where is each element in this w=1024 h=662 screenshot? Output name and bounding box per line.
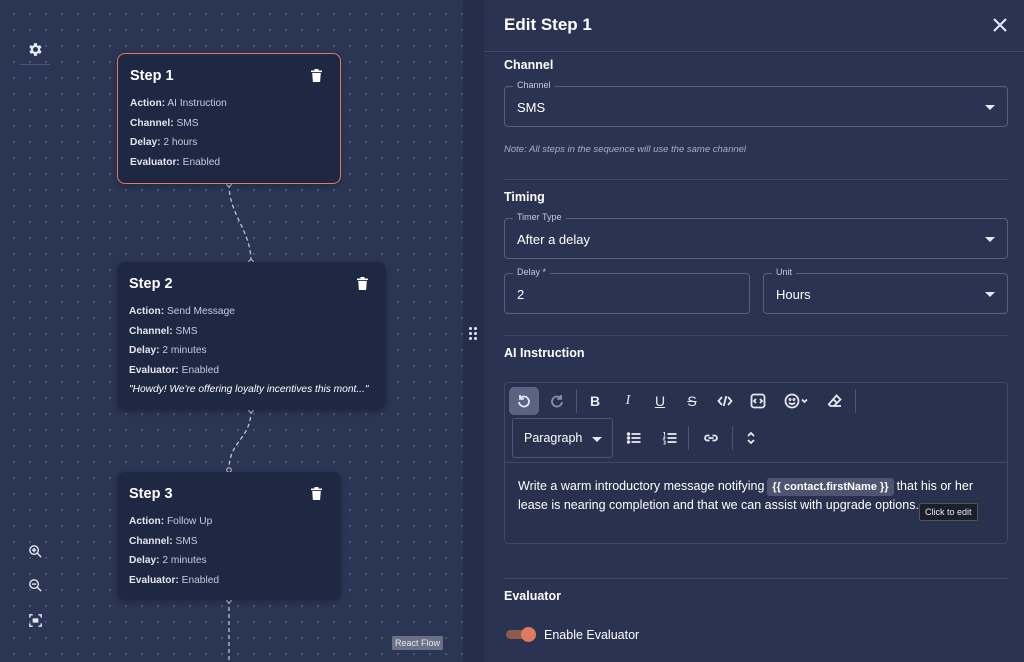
panel-header: Edit Step 1 xyxy=(484,0,1024,52)
section-divider xyxy=(504,578,1008,579)
delete-step-trash-icon[interactable] xyxy=(311,69,325,83)
italic-icon[interactable]: I xyxy=(613,387,643,415)
node-title: Step 2 xyxy=(129,276,173,292)
node-message-preview: "Howdy! We're offering loyalty incentive… xyxy=(129,384,369,396)
unit-label: Unit xyxy=(772,267,797,277)
channel-field-label: Channel xyxy=(513,80,555,90)
node-delay: Delay: 2 minutes xyxy=(129,555,207,567)
channel-section-title: Channel xyxy=(504,58,554,72)
channel-value: SMS xyxy=(517,100,546,115)
code-icon[interactable] xyxy=(710,387,740,415)
toolbar-separator xyxy=(688,426,689,450)
node-channel: Channel: SMS xyxy=(130,117,199,129)
flow-node-step-3[interactable]: Step 3 Action: Follow Up Channel: SMS De… xyxy=(117,472,341,600)
timer-type-select[interactable]: Timer Type After a delay xyxy=(504,212,1008,259)
node-evaluator: Evaluator: Enabled xyxy=(130,156,221,168)
node-action: Action: Send Message xyxy=(129,306,235,317)
flow-node-step-1[interactable]: Step 1 Action: AI Instruction Channel: S… xyxy=(117,53,341,184)
instruction-text-start: Write a warm introductory message notify… xyxy=(518,479,765,493)
delay-label: Delay * xyxy=(513,267,551,277)
flow-node-step-2[interactable]: Step 2 Action: Send Message Channel: SMS… xyxy=(117,262,386,410)
fit-view-icon[interactable] xyxy=(22,607,48,633)
delete-step-trash-icon[interactable] xyxy=(357,277,371,291)
section-divider xyxy=(504,179,1008,180)
node-title: Step 1 xyxy=(130,68,174,84)
node-title: Step 3 xyxy=(129,486,173,502)
node-delay: Delay: 2 hours xyxy=(130,137,198,149)
toolbar-separator xyxy=(576,389,577,413)
channel-select[interactable]: Channel SMS xyxy=(504,80,1008,127)
drag-handle-icon[interactable] xyxy=(469,327,477,341)
node-action: Action: Follow Up xyxy=(129,516,213,527)
panel-title: Edit Step 1 xyxy=(504,15,592,34)
chevron-down-icon xyxy=(592,437,602,442)
timer-type-value: After a delay xyxy=(517,232,590,247)
clear-format-eraser-icon[interactable] xyxy=(820,387,850,415)
toolbar-separator xyxy=(855,389,856,413)
redo-icon[interactable] xyxy=(542,387,572,415)
enable-evaluator-toggle[interactable] xyxy=(506,627,536,642)
node-evaluator: Evaluator: Enabled xyxy=(129,364,220,376)
click-to-edit-tooltip: Click to edit xyxy=(919,503,978,521)
toggle-knob xyxy=(521,627,536,642)
unit-value: Hours xyxy=(776,287,811,302)
evaluator-section-title: Evaluator xyxy=(504,589,561,603)
react-flow-attribution[interactable]: React Flow xyxy=(392,636,444,650)
underline-icon[interactable]: U xyxy=(645,387,675,415)
variable-chip[interactable]: {{ contact.firstName }} xyxy=(767,478,894,496)
paragraph-style-value: Paragraph xyxy=(524,431,583,445)
node-delay: Delay: 2 minutes xyxy=(129,345,207,357)
delay-input[interactable]: Delay * 2 xyxy=(504,267,750,314)
chevron-down-icon xyxy=(985,237,995,242)
settings-gear-icon[interactable] xyxy=(22,36,48,62)
timer-type-label: Timer Type xyxy=(513,212,566,222)
zoom-out-icon[interactable] xyxy=(22,572,48,598)
delay-value[interactable]: 2 xyxy=(517,287,524,302)
emoji-icon[interactable] xyxy=(777,387,817,415)
code-block-icon[interactable] xyxy=(743,387,773,415)
paragraph-style-select[interactable]: Paragraph xyxy=(512,418,613,458)
chevron-down-icon xyxy=(985,105,995,110)
close-icon[interactable] xyxy=(992,17,1008,33)
flow-canvas[interactable]: Step 1 Action: AI Instruction Channel: S… xyxy=(0,0,463,662)
node-channel: Channel: SMS xyxy=(129,325,198,337)
unit-select[interactable]: Unit Hours xyxy=(763,267,1008,314)
rich-text-editor: B I U S Paragraph Write a warm introduct… xyxy=(504,382,1008,544)
node-action: Action: AI Instruction xyxy=(130,98,227,109)
timing-section-title: Timing xyxy=(504,190,545,204)
link-icon[interactable] xyxy=(696,424,726,452)
undo-icon[interactable] xyxy=(509,387,539,415)
editor-content-area[interactable]: Write a warm introductory message notify… xyxy=(505,462,1007,544)
channel-note: Note: All steps in the sequence will use… xyxy=(504,144,747,155)
expand-icon[interactable] xyxy=(736,424,766,452)
toolbar-separator xyxy=(732,426,733,450)
node-channel: Channel: SMS xyxy=(129,535,198,547)
bullet-list-icon[interactable] xyxy=(619,424,649,452)
numbered-list-icon[interactable] xyxy=(655,424,685,452)
node-evaluator: Evaluator: Enabled xyxy=(129,574,220,586)
settings-divider xyxy=(20,64,50,65)
enable-evaluator-label: Enable Evaluator xyxy=(544,628,640,642)
edit-step-panel: Edit Step 1 Channel Channel SMS Note: Al… xyxy=(484,0,1024,662)
strikethrough-icon[interactable]: S xyxy=(677,387,707,415)
bold-icon[interactable]: B xyxy=(580,387,610,415)
delete-step-trash-icon[interactable] xyxy=(311,487,325,501)
chevron-down-icon xyxy=(985,292,995,297)
ai-instruction-section-title: AI Instruction xyxy=(504,346,585,360)
section-divider xyxy=(504,335,1008,336)
zoom-in-icon[interactable] xyxy=(22,538,48,564)
